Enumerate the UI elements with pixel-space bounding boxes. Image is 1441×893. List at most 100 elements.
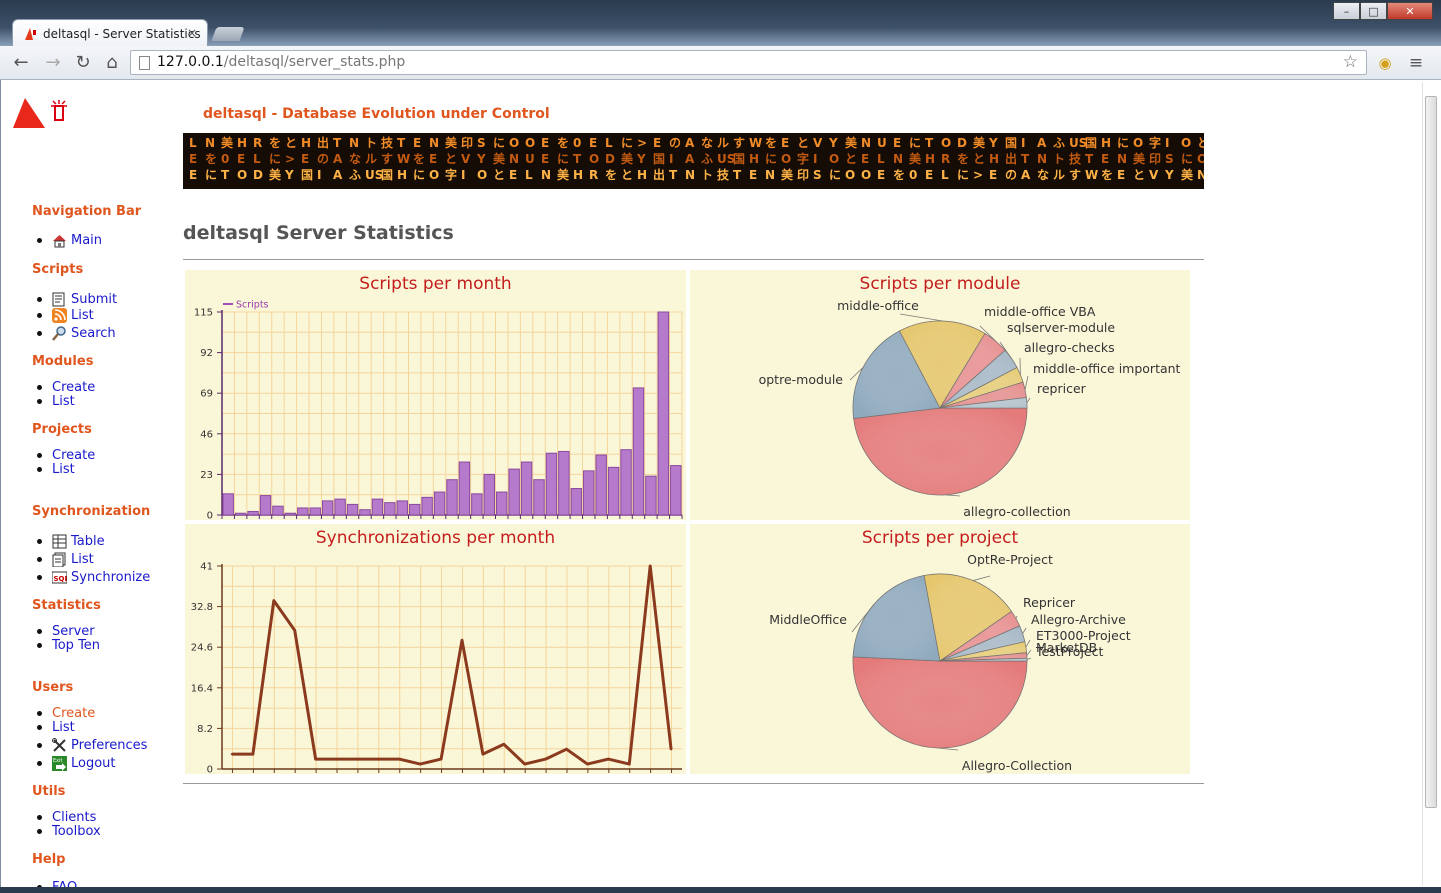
vertical-scrollbar[interactable]	[1422, 82, 1438, 885]
nav-link-server[interactable]: Server	[37, 624, 95, 639]
nav-link-faq[interactable]: FAQ	[37, 880, 77, 887]
bar	[670, 465, 682, 516]
minimize-button[interactable]: –	[1333, 2, 1360, 20]
nav-link-logout[interactable]: Exit Logout	[37, 756, 116, 771]
nav-link-submit[interactable]: Submit	[37, 292, 117, 307]
banner-glyph-column: にNE	[1117, 136, 1129, 182]
banner-glyph: I	[317, 168, 321, 182]
banner-glyph: W	[1085, 168, 1098, 182]
banner-glyph: H	[301, 136, 311, 150]
extension-icon[interactable]: ◉	[1374, 52, 1396, 74]
pie-leader-line	[945, 494, 961, 497]
bar	[595, 454, 607, 516]
banner-glyph: E	[1117, 168, 1125, 182]
banner-glyph-column: と字印	[797, 136, 809, 182]
tab-close-icon[interactable]: ×	[187, 26, 197, 40]
nav-link-clients[interactable]: Clients	[37, 810, 96, 825]
nav-link-synchronize[interactable]: SQLSynchronize	[37, 570, 150, 585]
legend-label: Scripts	[236, 300, 269, 311]
nav-link-list[interactable]: List	[37, 552, 94, 568]
back-arrow-icon[interactable]: ←	[10, 52, 32, 74]
nav-link-main[interactable]: Main	[37, 233, 102, 248]
banner-glyph: な	[349, 152, 361, 166]
banner-glyph: 国	[733, 152, 745, 166]
close-window-button[interactable]: ✕	[1387, 2, 1433, 20]
nav-link-search[interactable]: Search	[37, 326, 116, 341]
banner-glyph: O	[845, 168, 855, 182]
pie-label: Repricer	[1023, 595, 1076, 610]
bullet	[37, 829, 42, 834]
new-tab-button[interactable]	[211, 27, 245, 41]
banner-glyph: 印	[461, 136, 473, 150]
maximize-button[interactable]: □	[1360, 2, 1387, 20]
banner-glyph: を	[205, 152, 217, 166]
banner-glyph-column: のIT	[669, 136, 681, 182]
nav-link-list[interactable]: List	[37, 462, 75, 477]
bar	[222, 493, 234, 516]
line-point	[544, 757, 547, 761]
nav-link-label: Create	[52, 380, 96, 395]
nav-link-create[interactable]: Create	[37, 380, 95, 395]
banner-glyph-column: AAN	[685, 136, 695, 182]
banner-glyph: 出	[653, 167, 665, 182]
scripts-per-module-chart: allegro-collection optre-module middle-off…	[759, 298, 1181, 519]
banner-glyph: A	[333, 168, 343, 182]
bullet	[37, 313, 42, 318]
chart-title: Scripts per month	[359, 274, 512, 294]
banner-glyph: Y	[988, 136, 998, 150]
banner-glyph: ト	[701, 168, 713, 182]
home-button-icon[interactable]: ⌂	[101, 52, 123, 74]
banner-glyph-column: 美と字	[445, 135, 458, 182]
banner-glyph-column: HE国	[301, 136, 313, 182]
scroll-thumb[interactable]	[1425, 96, 1437, 808]
reload-icon[interactable]: ↻	[72, 52, 94, 74]
y-tick-label: 23	[200, 470, 213, 481]
banner-glyph: E	[589, 136, 597, 150]
sql-icon: SQL	[51, 570, 69, 585]
nav-link-table[interactable]: Table	[37, 534, 105, 549]
nav-link-toolbox[interactable]: Toolbox	[37, 824, 101, 839]
nav-link-list[interactable]: List	[37, 308, 94, 323]
banner-glyph: W	[749, 136, 762, 150]
banner-glyph: N	[349, 136, 359, 150]
rss-icon	[52, 308, 67, 323]
banner-glyph: E	[189, 168, 197, 182]
nav-link-list[interactable]: List	[37, 720, 75, 735]
nav-link-list[interactable]: List	[37, 394, 75, 409]
banner-glyph: H	[237, 136, 247, 150]
bullet	[37, 743, 42, 748]
banner-glyph: A	[685, 136, 695, 150]
svg-text:SQL: SQL	[54, 575, 68, 583]
bar	[371, 498, 384, 516]
banner-glyph: R	[589, 168, 598, 182]
address-bar[interactable]: 127.0.0.1/deltasql/server_stats.php ☆	[130, 50, 1367, 75]
banner-glyph: を	[605, 168, 617, 182]
banner-glyph: E	[653, 136, 661, 150]
nav-link-preferences[interactable]: Preferences	[37, 738, 147, 753]
banner-glyph: 美	[781, 167, 794, 182]
window-bottom-frame	[0, 887, 1441, 893]
banner-glyph-column: Dをに	[957, 136, 969, 182]
banner-glyph: D	[957, 136, 967, 150]
banner-glyph: 美	[557, 167, 570, 182]
nav-link-create[interactable]: Create	[37, 706, 95, 721]
scripts-per-module-panel: allegro-collection optre-module middle-off…	[690, 270, 1190, 520]
tab-active[interactable]: deltasql - Server Statistics ×	[12, 19, 208, 47]
banner-glyph: 国	[653, 152, 665, 166]
banner-glyph: を	[557, 136, 569, 150]
pie-label: allegro-checks	[1024, 340, 1115, 355]
pie-label: Allegro-Archive	[1031, 612, 1126, 627]
bookmark-star-icon[interactable]: ☆	[1343, 51, 1358, 74]
banner-glyph: E	[749, 168, 757, 182]
banner-glyph: E	[925, 168, 933, 182]
bar	[359, 509, 371, 516]
nav-link-create[interactable]: Create	[37, 448, 95, 463]
banner-glyph: O	[1181, 136, 1191, 150]
nav-link-label: Synchronize	[71, 570, 151, 585]
nav-link-top-ten[interactable]: Top Ten	[37, 638, 100, 653]
banner-glyph: 美	[909, 151, 922, 166]
forward-arrow-icon[interactable]: →	[42, 52, 64, 74]
search-icon	[52, 326, 67, 341]
banner-glyph: E	[893, 136, 901, 150]
menu-icon[interactable]: ≡	[1405, 52, 1427, 74]
